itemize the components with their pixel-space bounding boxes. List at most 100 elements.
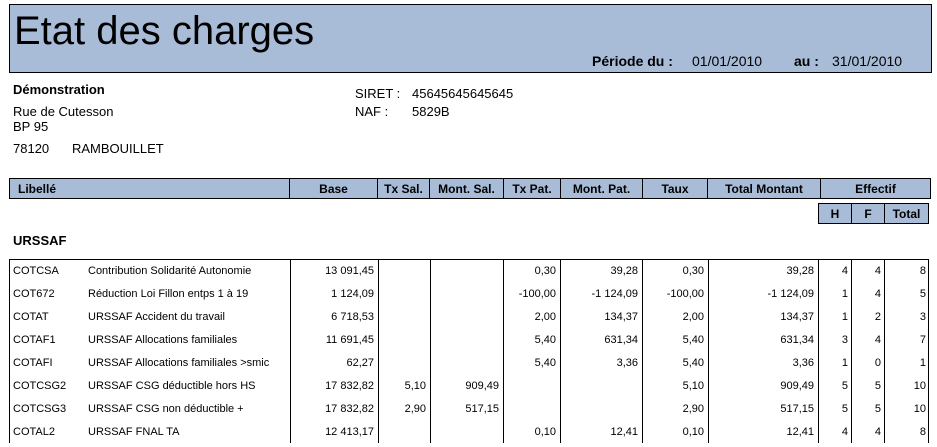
cell-total: 12,41	[786, 426, 814, 438]
cell-t: 8	[919, 265, 926, 277]
cell-t: 10	[913, 380, 926, 392]
col-taux: Taux	[642, 178, 708, 199]
cell-h: 4	[841, 265, 848, 277]
cell-t: 5	[919, 288, 926, 300]
cell-taux: 5,10	[682, 380, 704, 392]
column-header: Libellé Base Tx Sal. Mont. Sal. Tx Pat. …	[9, 178, 931, 199]
company-name: Démonstration	[13, 82, 105, 97]
cell-h: 1	[841, 311, 848, 323]
table-column-line	[9, 259, 10, 443]
col-mont-pat: Mont. Pat.	[560, 178, 643, 199]
col-base: Base	[289, 178, 378, 199]
period-to-label: au :	[794, 53, 819, 69]
cell-taux: -100,00	[666, 288, 704, 300]
cell-taux: 0,10	[682, 426, 704, 438]
naf-value: 5829B	[412, 104, 450, 119]
row-label: Contribution Solidarité Autonomie	[88, 265, 252, 277]
col-f: F	[851, 203, 885, 224]
row-label: URSSAF CSG déductible hors HS	[88, 380, 256, 392]
cell-f: 5	[874, 380, 881, 392]
cell-f: 5	[874, 403, 881, 415]
header-banner: Etat des charges Période du : 01/01/2010…	[9, 4, 932, 73]
cell-base: 1 124,09	[331, 288, 374, 300]
siret-label: SIRET :	[355, 86, 401, 101]
period-to-value: 31/01/2010	[832, 53, 903, 69]
cell-mont-sal: 909,49	[465, 380, 499, 392]
cell-tx-pat: 2,00	[534, 311, 556, 323]
col-eff-total: Total	[884, 203, 929, 224]
cell-h: 5	[841, 380, 848, 392]
cell-total: 909,49	[780, 380, 814, 392]
cell-h: 1	[841, 357, 848, 369]
table-column-line	[708, 259, 709, 443]
row-label: Réduction Loi Fillon entps 1 à 19	[88, 288, 249, 300]
cell-f: 4	[874, 288, 881, 300]
cell-f: 4	[874, 265, 881, 277]
row-code: COTCSA	[13, 265, 59, 277]
cell-mont-pat: 12,41	[610, 426, 638, 438]
cell-t: 10	[913, 403, 926, 415]
table-column-line	[378, 259, 379, 443]
col-tx-sal: Tx Sal.	[377, 178, 430, 199]
cell-mont-pat: 631,34	[604, 334, 638, 346]
row-code: COTCSG2	[13, 380, 67, 392]
table-column-line	[884, 259, 885, 443]
cell-tx-pat: 0,30	[534, 265, 556, 277]
table-column-line	[560, 259, 561, 443]
cell-taux: 2,00	[682, 311, 704, 323]
cell-total: 631,34	[780, 334, 814, 346]
table-column-line	[290, 259, 291, 443]
table-column-line	[503, 259, 504, 443]
row-label: URSSAF FNAL TA	[88, 426, 180, 438]
cell-base: 12 413,17	[325, 426, 374, 438]
cell-taux: 5,40	[682, 357, 704, 369]
table-column-line	[928, 259, 929, 443]
period-from-value: 01/01/2010	[692, 53, 763, 69]
company-street: Rue de Cutesson	[13, 104, 114, 119]
cell-total: 3,36	[792, 357, 814, 369]
cell-f: 2	[874, 311, 881, 323]
cell-tx-sal: 5,10	[404, 380, 426, 392]
row-code: COTCSG3	[13, 403, 67, 415]
cell-total: 517,15	[780, 403, 814, 415]
table-column-line	[642, 259, 643, 443]
row-label: URSSAF Allocations familiales	[88, 334, 238, 346]
cell-t: 1	[919, 357, 926, 369]
row-label: URSSAF Allocations familiales >smic	[88, 357, 270, 369]
cell-tx-pat: 5,40	[534, 357, 556, 369]
col-h: H	[818, 203, 852, 224]
cell-h: 3	[841, 334, 848, 346]
col-libelle: Libellé	[9, 178, 290, 199]
cell-total: 134,37	[780, 311, 814, 323]
table-column-line	[851, 259, 852, 443]
cell-mont-pat: 134,37	[604, 311, 638, 323]
table-column-line	[818, 259, 819, 443]
siret-value: 45645645645645	[412, 86, 514, 101]
row-code: COTAL2	[13, 426, 55, 438]
cell-t: 7	[919, 334, 926, 346]
col-mont-sal: Mont. Sal.	[429, 178, 504, 199]
cell-total: -1 124,09	[767, 288, 814, 300]
cell-tx-pat: -100,00	[518, 288, 556, 300]
period-from-label: Période du :	[592, 53, 673, 69]
cell-f: 4	[874, 426, 881, 438]
row-code: COTAF1	[13, 334, 56, 346]
section-title: URSSAF	[13, 233, 67, 248]
cell-base: 17 832,82	[325, 380, 374, 392]
naf-label: NAF :	[355, 104, 389, 119]
cell-f: 0	[874, 357, 881, 369]
cell-mont-pat: -1 124,09	[591, 288, 638, 300]
cell-base: 6 718,53	[331, 311, 374, 323]
effectif-subheader: H F Total	[818, 203, 929, 224]
table-column-line	[430, 259, 431, 443]
cell-h: 5	[841, 403, 848, 415]
cell-mont-sal: 517,15	[465, 403, 499, 415]
row-code: COT672	[13, 288, 55, 300]
row-label: URSSAF Accident du travail	[88, 311, 225, 323]
cell-taux: 0,30	[682, 265, 704, 277]
cell-mont-pat: 39,28	[610, 265, 638, 277]
row-label: URSSAF CSG non déductible +	[88, 403, 244, 415]
cell-base: 13 091,45	[325, 265, 374, 277]
cell-tx-pat: 5,40	[534, 334, 556, 346]
cell-total: 39,28	[786, 265, 814, 277]
